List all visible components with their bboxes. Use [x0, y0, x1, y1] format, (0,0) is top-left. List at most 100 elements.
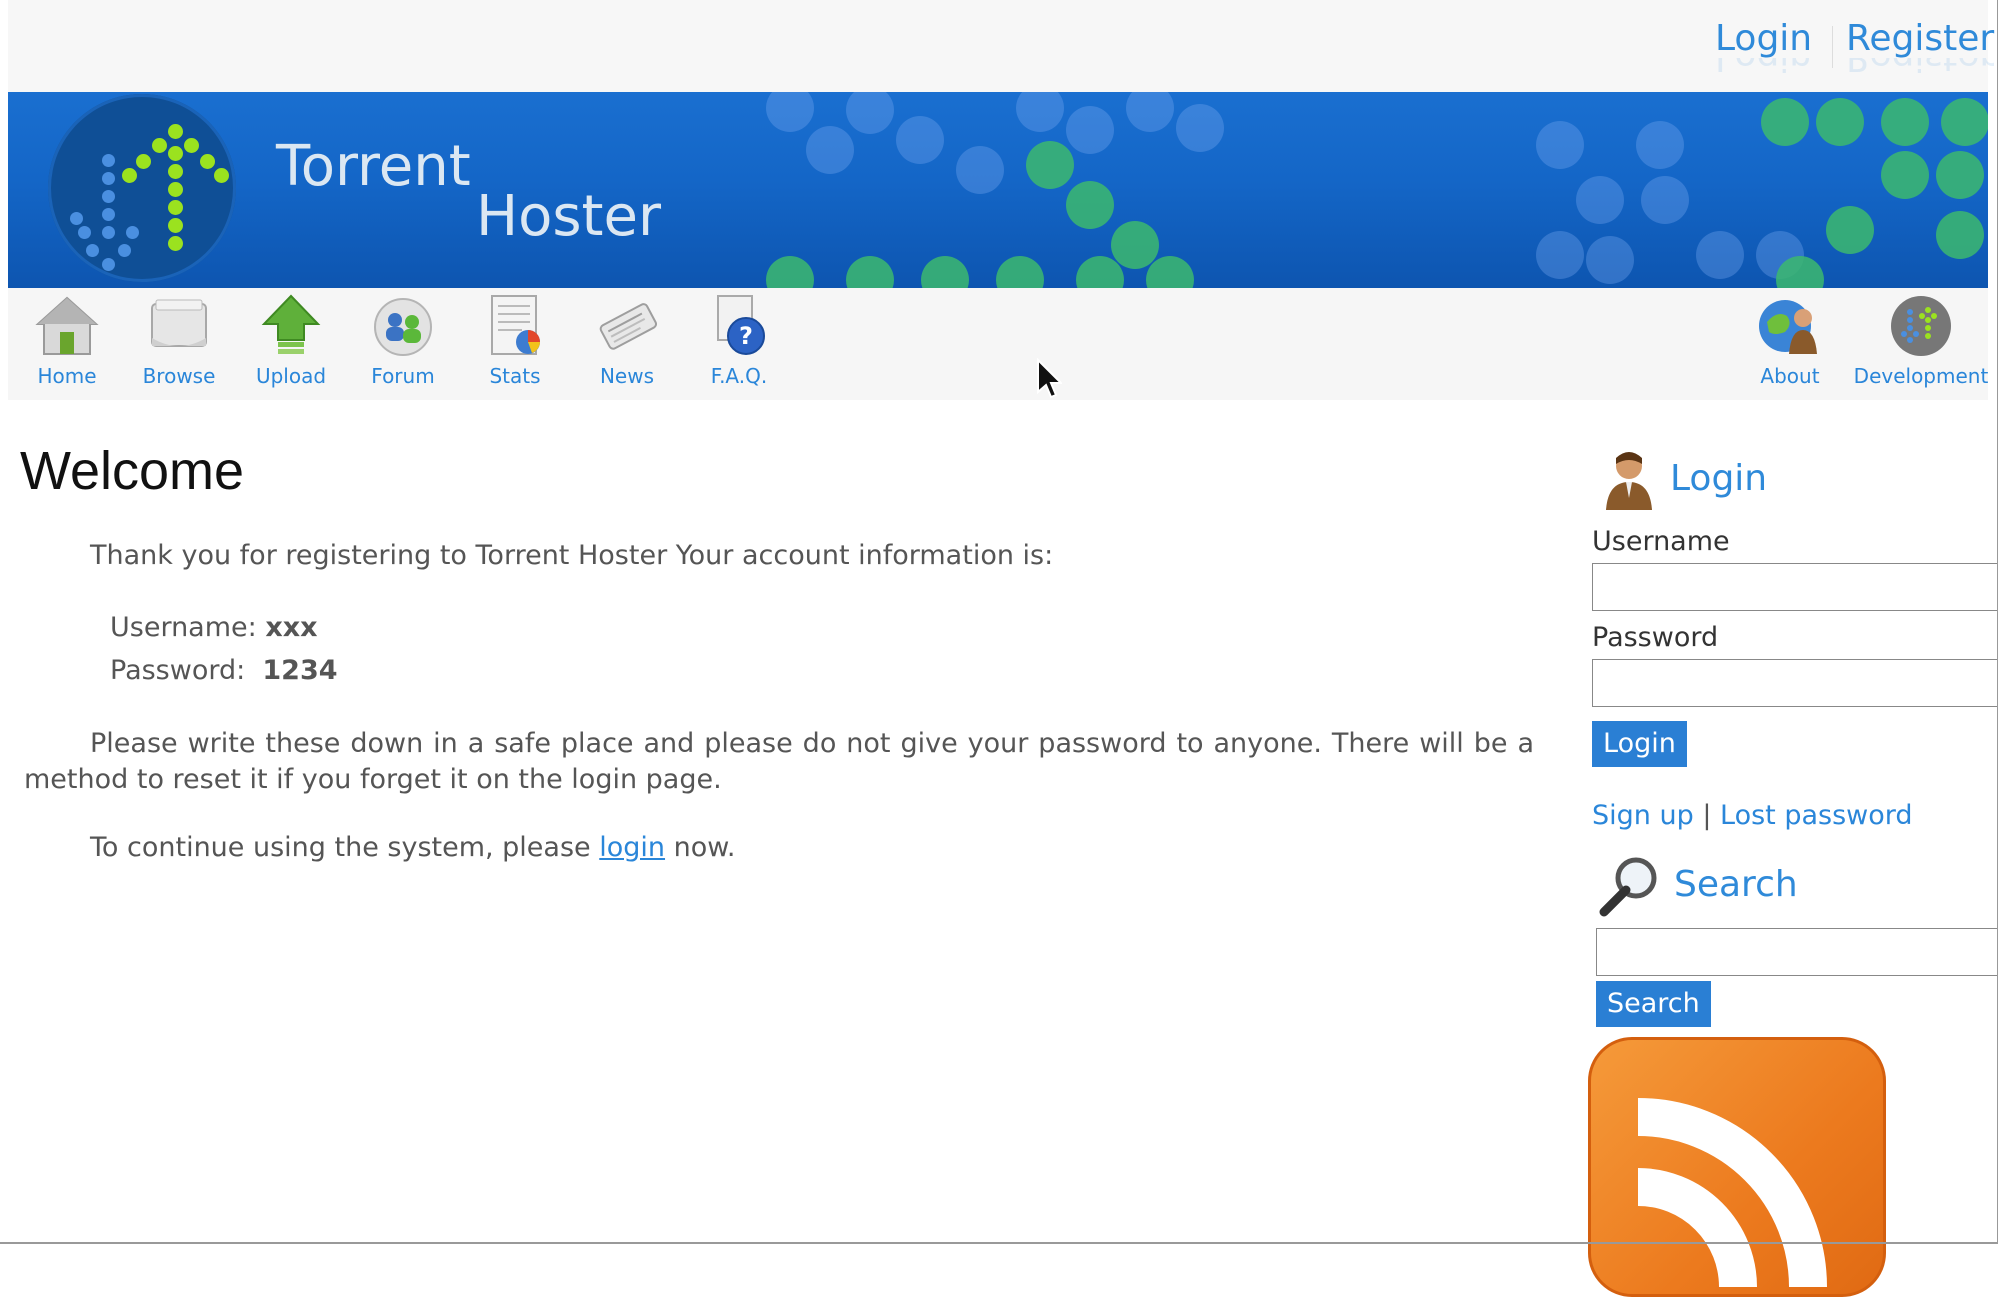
development-icon	[1888, 294, 1954, 358]
banner-bubble	[846, 92, 894, 134]
nav-faq[interactable]: ? F.A.Q.	[684, 294, 794, 388]
banner-bubble-green	[996, 256, 1044, 288]
nav-news[interactable]: News	[572, 294, 682, 388]
faq-icon: ?	[706, 294, 772, 358]
search-button[interactable]: Search	[1596, 981, 1711, 1027]
top-login-link[interactable]: Login Login	[1715, 18, 1813, 78]
logo-dot-blue	[86, 244, 99, 257]
site-logo-icon[interactable]	[48, 94, 236, 282]
password-label: Password:	[110, 655, 246, 686]
nav-about[interactable]: About	[1732, 294, 1848, 388]
logo-dot-blue	[70, 212, 83, 225]
logo-dot-blue	[118, 244, 131, 257]
top-register-label: Register	[1846, 18, 1995, 59]
banner-bubble-green	[846, 256, 894, 288]
top-links-bar: Login Login Register Register	[8, 0, 1994, 92]
banner-bubble	[1536, 231, 1584, 279]
logo-dot-green	[152, 138, 167, 153]
banner-bubble	[1586, 236, 1634, 284]
site-banner: Torrent Hoster	[8, 92, 1988, 288]
banner-bubble	[1016, 92, 1064, 132]
lost-password-link[interactable]: Lost password	[1720, 800, 1913, 831]
banner-bubble-green	[1941, 98, 1988, 146]
logo-dot-blue	[102, 154, 115, 167]
logo-dot-green	[214, 168, 229, 183]
stats-icon	[482, 294, 548, 358]
main-nav: Home Browse Upload Forum Stats News ? F.…	[8, 288, 1988, 400]
user-icon	[1606, 452, 1652, 510]
banner-bubble	[1536, 121, 1584, 169]
username-line: Username: xxx	[110, 610, 318, 646]
banner-bubble-green	[1881, 151, 1929, 199]
nav-development-label: Development	[1853, 364, 1989, 388]
banner-bubble-green	[1026, 141, 1074, 189]
banner-bubble-green	[1881, 98, 1929, 146]
username-label: Username:	[110, 612, 257, 643]
top-register-link[interactable]: Register Register	[1846, 18, 1995, 78]
nav-home[interactable]: Home	[12, 294, 122, 388]
banner-bubble	[956, 146, 1004, 194]
search-input[interactable]	[1596, 928, 1998, 976]
banner-bubble	[1696, 231, 1744, 279]
logo-dot-green	[168, 200, 183, 215]
logo-dot-green	[168, 164, 183, 179]
password-input[interactable]	[1592, 659, 1998, 707]
banner-bubble	[896, 116, 944, 164]
mouse-cursor-icon	[1037, 358, 1062, 399]
banner-bubble	[1576, 176, 1624, 224]
logo-dot-green	[168, 182, 183, 197]
logo-dot-blue	[78, 226, 91, 239]
username-input[interactable]	[1592, 563, 1998, 611]
nav-upload[interactable]: Upload	[236, 294, 346, 388]
nav-forum[interactable]: Forum	[348, 294, 458, 388]
logo-dot-blue	[102, 226, 115, 239]
banner-bubble-green	[1936, 211, 1984, 259]
nav-about-label: About	[1760, 364, 1820, 388]
rss-feed-icon[interactable]	[1588, 1037, 1886, 1297]
logo-dot-blue	[126, 226, 139, 239]
banner-bubble	[1126, 92, 1174, 132]
top-register-reflection: Register	[1846, 58, 1994, 78]
site-title-line2: Hoster	[476, 184, 661, 249]
password-value: 1234	[262, 655, 338, 686]
nav-development[interactable]: Development	[1846, 294, 1996, 388]
continue-prefix: To continue using the system, please	[90, 832, 591, 863]
logo-dot-green	[136, 154, 151, 169]
banner-bubble-green	[1761, 98, 1809, 146]
login-button[interactable]: Login	[1592, 721, 1687, 767]
nav-browse-label: Browse	[142, 364, 216, 388]
top-login-label: Login	[1715, 18, 1813, 59]
logo-dot-green	[122, 168, 137, 183]
logo-dot-green	[200, 154, 215, 169]
home-icon	[34, 294, 100, 358]
logo-dot-blue	[102, 190, 115, 203]
logo-dot-blue	[102, 258, 115, 271]
forum-icon	[370, 294, 436, 358]
browse-icon	[146, 294, 212, 358]
banner-bubble-green	[1111, 221, 1159, 269]
nav-faq-label: F.A.Q.	[710, 364, 768, 388]
nav-stats-label: Stats	[489, 364, 541, 388]
banner-bubble	[1066, 106, 1114, 154]
upload-icon	[258, 294, 324, 358]
search-heading: Search	[1674, 864, 1798, 905]
signup-link[interactable]: Sign up	[1592, 800, 1694, 831]
logo-dot-blue	[102, 172, 115, 185]
link-separator: |	[1702, 800, 1712, 831]
banner-bubble-green	[1816, 98, 1864, 146]
banner-bubble-green	[1936, 151, 1984, 199]
nav-forum-label: Forum	[371, 364, 435, 388]
banner-bubble-green	[1146, 256, 1194, 288]
continue-login-link[interactable]: login	[599, 832, 665, 863]
nav-browse[interactable]: Browse	[124, 294, 234, 388]
safety-note: Please write these down in a safe place …	[24, 728, 1534, 795]
logo-dot-blue	[102, 208, 115, 221]
logo-dot-green	[168, 124, 183, 139]
sidebar-password-label: Password	[1592, 622, 1719, 653]
banner-bubble-green	[766, 256, 814, 288]
logo-dot-green	[168, 236, 183, 251]
banner-bubble	[1636, 121, 1684, 169]
nav-stats[interactable]: Stats	[460, 294, 570, 388]
nav-home-label: Home	[37, 364, 97, 388]
banner-bubble	[1176, 104, 1224, 152]
